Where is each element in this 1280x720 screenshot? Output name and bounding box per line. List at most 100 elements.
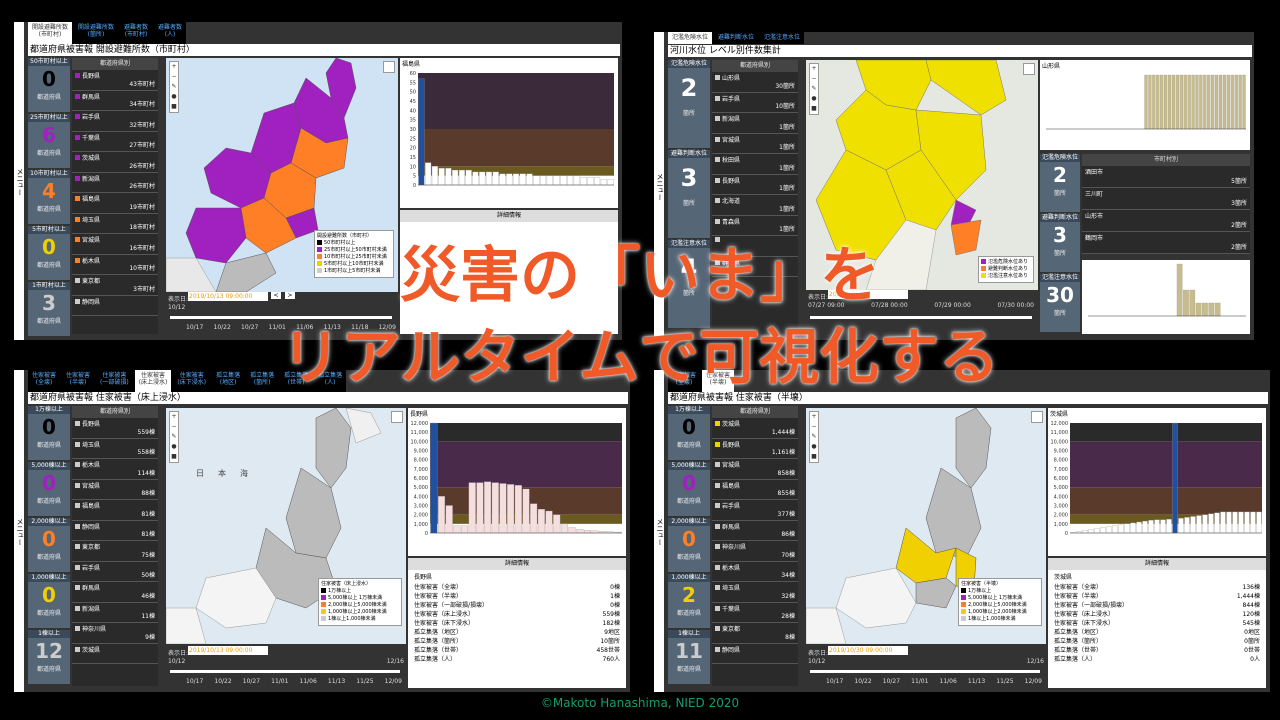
municipality-row[interactable]: 酒田市 5箇所: [1082, 166, 1250, 188]
list-item[interactable]: 青森県 1箇所: [712, 216, 798, 236]
list-item[interactable]: 東京都 8棟: [712, 623, 798, 644]
list-item-value: 1,161棟: [771, 449, 795, 456]
list-item[interactable]: 埼玉県 32棟: [712, 582, 798, 603]
color-swatch: [75, 421, 80, 426]
time-slider[interactable]: 表示日: 2019/10/13 09:00:00 10/12 12/16 10/…: [166, 646, 406, 688]
list-item-value: 88棟: [141, 490, 155, 497]
date-input[interactable]: 2019/10/30 09:00:00: [828, 646, 908, 655]
list-item[interactable]: 新潟県 26市町村: [72, 173, 158, 193]
stat-card[interactable]: 2,000棟以上 0 都道府県: [668, 518, 710, 572]
list-item[interactable]: 岩手県 32市町村: [72, 111, 158, 132]
stat-card[interactable]: 5,000棟以上 0 都道府県: [28, 462, 70, 516]
color-swatch: [715, 462, 720, 467]
list-item[interactable]: 福島県 19市町村: [72, 193, 158, 214]
municipality-row[interactable]: 山形市 2箇所: [1082, 210, 1250, 232]
prefecture-name: 新潟県: [82, 605, 101, 613]
date-input[interactable]: 2019/10/13 09:00:00: [188, 646, 268, 655]
layers-icon[interactable]: [391, 411, 403, 423]
time-slider[interactable]: 表示日: 2019/10/30 09:00:00 10/12 12/16 10/…: [806, 646, 1046, 688]
list-item[interactable]: 千葉県 28棟: [712, 603, 798, 623]
stat-card[interactable]: 2,000棟以上 0 都道府県: [28, 518, 70, 572]
list-item[interactable]: 長野県 559棟: [72, 418, 158, 439]
municipality-name: 山形市: [1085, 213, 1104, 220]
slider-track[interactable]: [170, 670, 400, 673]
menu-button[interactable]: メニュー: [654, 370, 664, 692]
list-item[interactable]: 群馬県 46棟: [72, 582, 158, 603]
tab-shelter-muni[interactable]: 開設避難所数 (市町村): [28, 22, 73, 44]
list-item[interactable]: 群馬県 34市町村: [72, 91, 158, 111]
tab-evac-level[interactable]: 避難判断水位: [714, 32, 758, 44]
list-item[interactable]: 新潟県 11棟: [72, 603, 158, 623]
list-item[interactable]: 埼玉県 18市町村: [72, 214, 158, 234]
stat-card[interactable]: 1万棟以上 0 都道府県: [28, 406, 70, 460]
list-item[interactable]: 茨城県 26市町村: [72, 152, 158, 173]
list-item[interactable]: 宮城県 88棟: [72, 480, 158, 500]
stat-label: 1万棟以上: [28, 406, 70, 414]
stat-card[interactable]: 5,000棟以上 0 都道府県: [668, 462, 710, 516]
layers-icon[interactable]: [1023, 63, 1035, 75]
list-item[interactable]: 新潟県 1箇所: [712, 113, 798, 134]
tab-caution-level[interactable]: 氾濫注意水位: [760, 32, 804, 44]
list-item[interactable]: 茨城県 1,444棟: [712, 418, 798, 439]
list-item[interactable]: 宮城県 1箇所: [712, 134, 798, 154]
layers-icon[interactable]: [383, 61, 395, 73]
bar: [1112, 525, 1118, 534]
y-tick-label: 11,000: [1051, 430, 1069, 436]
layers-icon[interactable]: [1031, 411, 1043, 423]
menu-button[interactable]: メニュー: [14, 370, 24, 692]
list-item[interactable]: 福島県 855棟: [712, 480, 798, 500]
stat-card[interactable]: 1,000棟以上 2 都道府県: [668, 574, 710, 628]
list-item[interactable]: 栃木県 114棟: [72, 459, 158, 480]
list-item[interactable]: 岩手県 10箇所: [712, 93, 798, 113]
tab-evacuee-people[interactable]: 避難者数 (人): [154, 22, 186, 44]
list-item[interactable]: 岩手県 50棟: [72, 562, 158, 582]
list-item[interactable]: 静岡県 81棟: [72, 521, 158, 541]
bar: [1171, 74, 1176, 130]
list-item[interactable]: 神奈川県 70棟: [712, 541, 798, 562]
list-item[interactable]: 長野県 1,161棟: [712, 439, 798, 459]
zoom-controls[interactable]: + − ✎ ● ■: [169, 411, 179, 463]
list-item[interactable]: 宮城県 858棟: [712, 459, 798, 480]
detail-row: 孤立集落（地区） 0地区: [1048, 628, 1266, 637]
range-end: 12/16: [386, 658, 404, 665]
municipality-row[interactable]: 三川町 3箇所: [1082, 188, 1250, 210]
list-item[interactable]: 福島県 81棟: [72, 500, 158, 521]
list-item[interactable]: 秋田県 1箇所: [712, 154, 798, 175]
stat-card[interactable]: 氾濫危険水位 2 箇所: [1040, 154, 1080, 212]
list-item[interactable]: 長野県 1箇所: [712, 175, 798, 195]
list-item[interactable]: 茨城県: [72, 644, 158, 664]
zoom-controls[interactable]: + − ✎ ● ■: [169, 61, 179, 113]
list-item[interactable]: 埼玉県 558棟: [72, 439, 158, 459]
list-item[interactable]: 北海道 1箇所: [712, 195, 798, 216]
slider-track[interactable]: [810, 670, 1040, 673]
list-item[interactable]: 静岡県: [712, 644, 798, 664]
map-view[interactable]: + − ✎ ● ■ 住家被害（半壊） 1万棟以上 5,000棟以上 1万棟未満 2,00…: [805, 407, 1046, 645]
list-item[interactable]: 千葉県 27市町村: [72, 132, 158, 152]
stat-card[interactable]: 1棟以上 12 都道府県: [28, 630, 70, 684]
stat-card[interactable]: 1棟以上 11 都道府県: [668, 630, 710, 684]
list-item[interactable]: 栃木県 34棟: [712, 562, 798, 582]
list-item[interactable]: 東京都 75棟: [72, 541, 158, 562]
tab-evacuee-muni[interactable]: 避難者数 (市町村): [120, 22, 152, 44]
stat-card[interactable]: 50市町村以上 0 都道府県: [28, 58, 70, 112]
map-view[interactable]: 日 本 海 + − ✎ ● ■ 住家被害（床上浸水） 1万棟以上 5,000棟以上 1万…: [165, 407, 406, 645]
zoom-controls[interactable]: + − ✎ ● ■: [809, 63, 819, 115]
zoom-controls[interactable]: + − ✎ ● ■: [809, 411, 819, 463]
tab-danger-level[interactable]: 氾濫危険水位: [668, 32, 713, 44]
list-item[interactable]: 神奈川県 9棟: [72, 623, 158, 644]
stat-card[interactable]: 1万棟以上 0 都道府県: [668, 406, 710, 460]
bar: [1082, 530, 1088, 534]
stat-card[interactable]: 氾濫危険水位 2 箇所: [668, 60, 710, 148]
list-item[interactable]: 群馬県 86棟: [712, 521, 798, 541]
tab-shelter-count[interactable]: 開設避難所数 (箇所): [74, 22, 118, 44]
list-item[interactable]: 長野県 43市町村: [72, 70, 158, 91]
stat-card[interactable]: 避難判断水位 3 箇所: [668, 150, 710, 238]
stat-card[interactable]: 1,000棟以上 0 都道府県: [28, 574, 70, 628]
list-item[interactable]: 山形県 30箇所: [712, 72, 798, 93]
stat-unit: 都道府県: [36, 498, 61, 505]
stat-card[interactable]: 25市町村以上 6 都道府県: [28, 114, 70, 168]
bar: [594, 177, 601, 186]
detail-value: 0箇所: [1244, 638, 1260, 645]
list-item[interactable]: 岩手県 377棟: [712, 500, 798, 521]
stat-card[interactable]: 10市町村以上 4 都道府県: [28, 170, 70, 224]
